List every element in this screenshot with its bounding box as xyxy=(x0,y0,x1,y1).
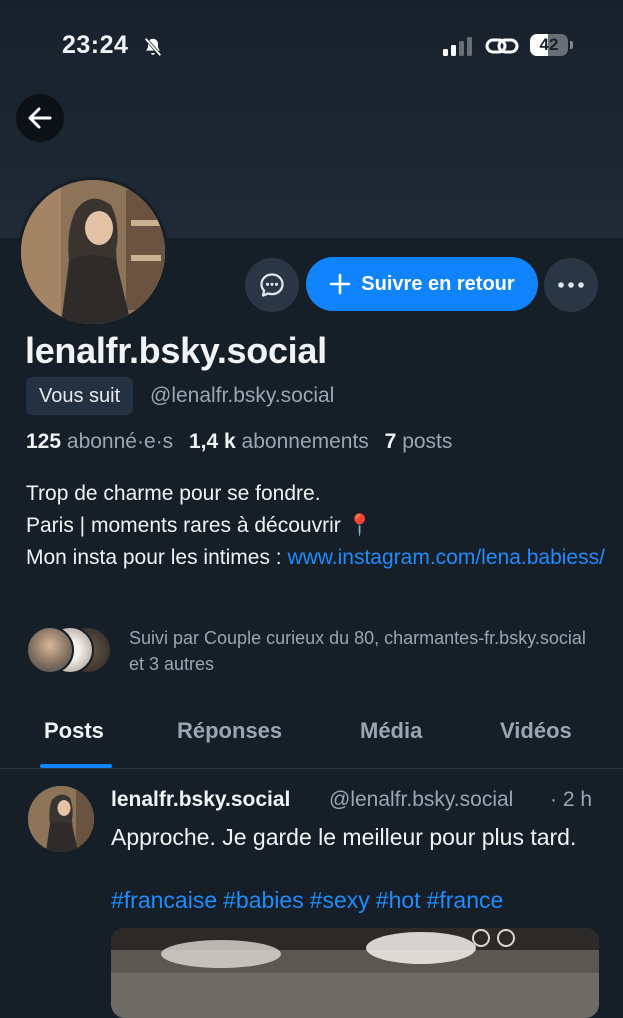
bio-line-3-text: Mon insta pour les intimes : xyxy=(26,546,288,569)
hashtag-link[interactable]: #francaise xyxy=(111,887,217,913)
profile-avatar[interactable] xyxy=(18,177,168,327)
bio-instagram-link[interactable]: www.instagram.com/lena.babiess/ xyxy=(287,546,604,569)
profile-stats: 125 abonné·e·s 1,4 k abonnements 7 posts xyxy=(26,430,462,454)
bio-line-1: Trop de charme pour se fondre. xyxy=(26,482,321,505)
hashtag-link[interactable]: #babies xyxy=(223,887,304,913)
plus-icon xyxy=(329,273,351,295)
followed-by-avatars[interactable] xyxy=(26,626,116,674)
back-button[interactable] xyxy=(16,94,64,142)
following-count: 1,4 k xyxy=(188,430,236,453)
follows-you-badge: Vous suit xyxy=(26,377,134,415)
avatar-photo xyxy=(21,180,165,324)
bio-line-3: Mon insta pour les intimes : www.instagr… xyxy=(26,542,606,574)
post-author-name[interactable]: lenalfr.bsky.social xyxy=(111,788,290,812)
profile-display-name: lenalfr.bsky.social xyxy=(25,330,327,371)
follower-avatar-1 xyxy=(26,626,74,674)
tabs-divider xyxy=(0,768,623,769)
post-image[interactable] xyxy=(111,928,599,1018)
hashtag-link[interactable]: #hot xyxy=(376,887,421,913)
tab-videos[interactable]: Vidéos xyxy=(500,718,572,744)
tab-replies[interactable]: Réponses xyxy=(177,718,282,744)
bell-muted-icon xyxy=(144,37,162,57)
status-time: 23:24 xyxy=(62,31,129,59)
battery-indicator: 42 xyxy=(530,34,574,58)
arrow-left-icon xyxy=(28,107,52,129)
posts-label: posts xyxy=(402,430,453,453)
post-avatar-photo xyxy=(28,786,94,852)
follow-back-button[interactable]: Suivre en retour xyxy=(306,257,538,311)
post-hashtags: #francaise #babies #sexy #hot #france xyxy=(111,885,601,916)
cellular-signal-icon xyxy=(443,37,472,56)
follow-back-label: Suivre en retour xyxy=(361,272,515,295)
battery-level: 42 xyxy=(539,35,559,54)
posts-count: 7 xyxy=(384,430,397,453)
post-author-avatar[interactable] xyxy=(28,786,94,852)
followers-label: abonné·e·s xyxy=(66,430,174,453)
profile-handle: @lenalfr.bsky.social xyxy=(150,384,335,407)
profile-bio: Trop de charme pour se fondre. Paris | m… xyxy=(26,478,606,574)
posts-stat: 7 posts xyxy=(385,430,453,453)
following-label: abonnements xyxy=(241,430,369,453)
more-options-button[interactable] xyxy=(544,258,598,312)
followed-by-text[interactable]: Suivi par Couple curieux du 80, charmant… xyxy=(129,625,599,677)
followers-stat[interactable]: 125 abonné·e·s xyxy=(26,430,173,453)
followers-count: 125 xyxy=(26,430,62,453)
following-stat[interactable]: 1,4 k abonnements xyxy=(189,430,369,453)
ellipsis-icon xyxy=(558,282,584,288)
chat-bubble-icon xyxy=(260,273,284,297)
hashtag-link[interactable]: #sexy xyxy=(310,887,370,913)
hashtag-link[interactable]: #france xyxy=(427,887,504,913)
bio-line-2: Paris | moments rares à découvrir 📍 xyxy=(26,514,373,537)
post-image-photo xyxy=(111,928,599,1018)
post-text: Approche. Je garde le meilleur pour plus… xyxy=(111,824,577,850)
post-author-handle[interactable]: @lenalfr.bsky.social xyxy=(329,788,535,812)
post-timestamp[interactable]: · 2 h xyxy=(550,788,592,812)
profile-tabs: Posts Réponses Média Vidéos xyxy=(0,708,623,768)
message-button[interactable] xyxy=(245,258,299,312)
tab-posts[interactable]: Posts xyxy=(44,718,104,744)
tab-media[interactable]: Média xyxy=(360,718,422,744)
chain-link-icon xyxy=(485,38,519,54)
